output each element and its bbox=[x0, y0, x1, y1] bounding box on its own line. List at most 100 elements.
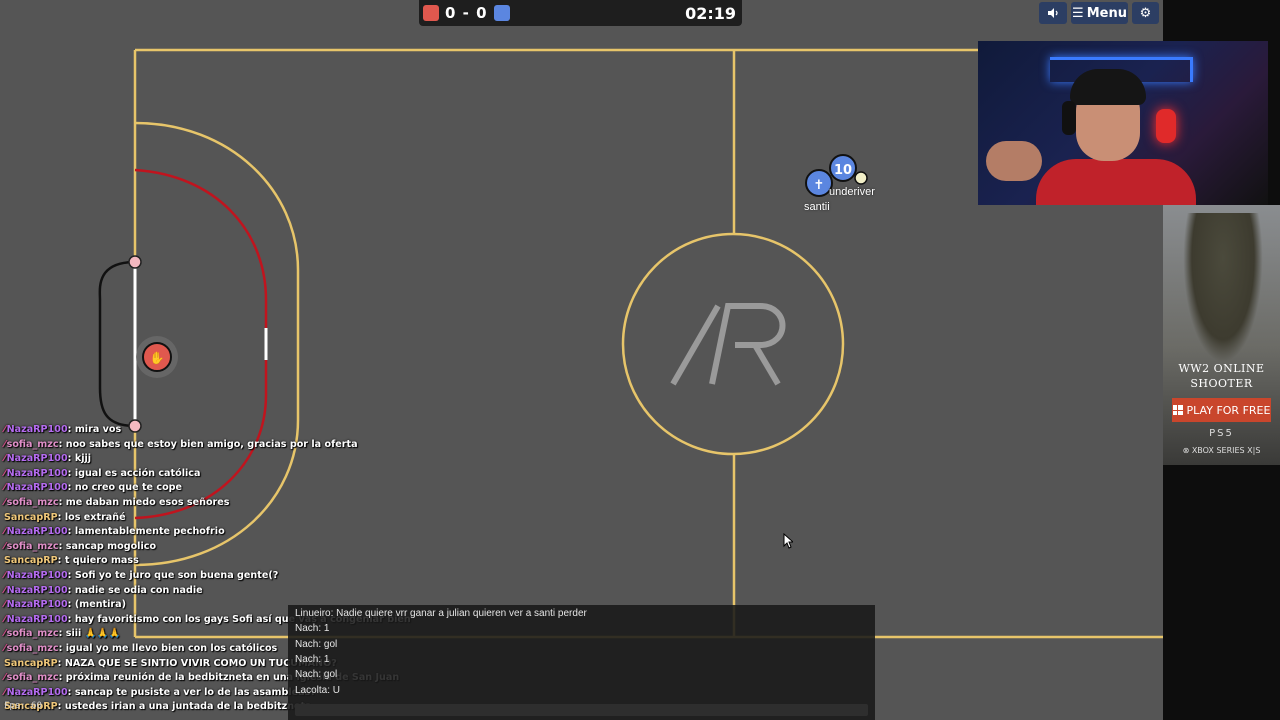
menu-label: Menu bbox=[1086, 5, 1127, 21]
chat-message: ⁄NazaRP100: lamentablemente pechofrio bbox=[4, 526, 225, 538]
chat-username: NazaRP100 bbox=[6, 599, 68, 611]
chat-message: ⁄NazaRP100: Sofi yo te juro que son buen… bbox=[4, 569, 279, 581]
sword-badge-icon: ⁄ bbox=[4, 613, 6, 625]
game-chat-input[interactable] bbox=[295, 704, 868, 716]
chat-text: igual es acción católica bbox=[74, 467, 201, 479]
windows-icon bbox=[1172, 405, 1183, 415]
ad-title: WW2 ONLINE SHOOTER bbox=[1178, 362, 1265, 390]
chat-username: sofia_mzc bbox=[6, 642, 59, 654]
chat-username: NazaRP100 bbox=[6, 584, 68, 596]
score: 0 - 0 bbox=[445, 4, 488, 22]
chat-username: sofia_mzc bbox=[6, 438, 59, 450]
chat-username: NazaRP100 bbox=[6, 569, 68, 581]
chat-username: sofia_mzc bbox=[6, 496, 59, 508]
sword-badge-icon: ⁄ bbox=[4, 453, 6, 465]
chat-username: sofia_mzc bbox=[6, 628, 59, 640]
microphone-image bbox=[1156, 109, 1176, 143]
headset-icon bbox=[1062, 101, 1076, 135]
fps-counter: Fps: 60 bbox=[4, 701, 42, 711]
chat-text: (mentira) bbox=[74, 599, 126, 611]
hamburger-icon: ☰ bbox=[1072, 5, 1084, 21]
chat-text: siii 🙏🙏🙏 bbox=[65, 628, 121, 640]
chat-message: ⁄sofia_mzc: noo sabes que estoy bien ami… bbox=[4, 438, 358, 450]
sword-badge-icon: ⁄ bbox=[4, 686, 6, 698]
gear-icon: ⚙ bbox=[1139, 5, 1152, 21]
chat-text: sancap te pusiste a ver lo de las asambl… bbox=[74, 686, 316, 698]
chat-username: SancapRP bbox=[4, 511, 58, 523]
scoreboard: 0 - 0 02:19 bbox=[419, 0, 742, 26]
chat-username: NazaRP100 bbox=[6, 482, 68, 494]
chat-text: nadie se odia con nadie bbox=[74, 584, 203, 596]
chat-message: ⁄NazaRP100: mira vos bbox=[4, 424, 122, 435]
chat-text: lamentablemente pechofrio bbox=[74, 526, 225, 538]
chat-text: sancap mogolico bbox=[65, 540, 157, 552]
red-team-icon bbox=[423, 5, 439, 21]
cross-icon: ✝ bbox=[814, 178, 825, 193]
chat-username: SancapRP bbox=[4, 555, 58, 567]
match-timer: 02:19 bbox=[685, 3, 736, 23]
chat-text: me daban miedo esos señores bbox=[65, 496, 230, 508]
chat-username: NazaRP100 bbox=[6, 526, 68, 538]
chat-text: no creo que te cope bbox=[74, 482, 183, 494]
chat-text: kjjj bbox=[74, 453, 92, 465]
chat-text: noo sabes que estoy bien amigo, gracias … bbox=[65, 438, 358, 450]
chat-message: ⁄sofia_mzc: me daban miedo esos señores bbox=[4, 496, 230, 508]
webcam-overlay bbox=[978, 41, 1268, 205]
hand-icon: ✋ bbox=[150, 351, 165, 365]
soldier-image bbox=[1183, 213, 1263, 363]
settings-button[interactable]: ⚙ bbox=[1132, 2, 1159, 24]
chat-message: ⁄sofia_mzc: sancap mogolico bbox=[4, 540, 157, 552]
ball bbox=[854, 171, 868, 185]
sword-badge-icon: ⁄ bbox=[4, 496, 6, 508]
game-chat-line: Nach: gol bbox=[295, 669, 338, 680]
chat-username: NazaRP100 bbox=[6, 613, 68, 625]
chat-text: los extrañé bbox=[64, 511, 126, 523]
game-chat-line: Nach: 1 bbox=[295, 654, 330, 665]
sword-badge-icon: ⁄ bbox=[4, 526, 6, 538]
mouse-cursor-icon bbox=[783, 533, 793, 549]
game-chat: Linueiro: Nadie quiere vrr ganar a julia… bbox=[288, 605, 875, 720]
xbox-logo: ⊗ XBOX SERIES X|S bbox=[1182, 446, 1261, 455]
blue-teammate-number: 10 bbox=[834, 163, 852, 178]
sound-button[interactable] bbox=[1039, 2, 1067, 24]
chat-username: NazaRP100 bbox=[6, 467, 68, 479]
sword-badge-icon: ⁄ bbox=[4, 672, 6, 684]
sword-badge-icon: ⁄ bbox=[4, 642, 6, 654]
sword-badge-icon: ⁄ bbox=[4, 599, 6, 611]
chat-message: ⁄NazaRP100: kjjj bbox=[4, 453, 92, 465]
chat-message: ⁄NazaRP100: igual es acción católica bbox=[4, 467, 201, 479]
chat-text: t quiero mass bbox=[64, 555, 139, 567]
chat-text: igual yo me llevo bien con los católicos bbox=[65, 642, 278, 654]
chat-username: NazaRP100 bbox=[6, 686, 68, 698]
chat-message: ⁄NazaRP100: nadie se odia con nadie bbox=[4, 584, 203, 596]
chat-username: NazaRP100 bbox=[6, 424, 68, 435]
game-chat-line: Nach: gol bbox=[295, 639, 338, 650]
chat-username: sofia_mzc bbox=[6, 672, 59, 684]
chat-text: ustedes irian a una juntada de la bedbit… bbox=[64, 701, 312, 713]
sword-badge-icon: ⁄ bbox=[4, 424, 6, 435]
play-for-free-button[interactable]: PLAY FOR FREE bbox=[1172, 398, 1271, 422]
blue-player-name: santii bbox=[804, 201, 830, 213]
sword-badge-icon: ⁄ bbox=[4, 482, 6, 494]
blue-teammate-name: underiver bbox=[829, 186, 875, 198]
speaker-icon bbox=[1048, 8, 1058, 18]
chat-text: mira vos bbox=[74, 424, 122, 435]
chat-text: Sofi yo te juro que son buena gente(? bbox=[74, 569, 279, 581]
goal-post-top bbox=[128, 255, 142, 269]
sword-badge-icon: ⁄ bbox=[4, 438, 6, 450]
menu-button[interactable]: ☰ Menu bbox=[1071, 2, 1128, 24]
chat-message: SancapRP: t quiero mass bbox=[4, 555, 139, 567]
advertisement[interactable]: WW2 ONLINE SHOOTER PLAY FOR FREE PS5 ⊗ X… bbox=[1163, 205, 1280, 465]
chat-username: NazaRP100 bbox=[6, 453, 68, 465]
ps5-logo: PS5 bbox=[1209, 428, 1234, 439]
sword-badge-icon: ⁄ bbox=[4, 540, 6, 552]
blue-team-icon bbox=[493, 5, 510, 21]
game-chat-line: Lacolta: U bbox=[295, 685, 341, 696]
chat-username: sofia_mzc bbox=[6, 540, 59, 552]
game-chat-line: Linueiro: Nadie quiere vrr ganar a julia… bbox=[295, 608, 587, 619]
sword-badge-icon: ⁄ bbox=[4, 584, 6, 596]
sword-badge-icon: ⁄ bbox=[4, 569, 6, 581]
sword-badge-icon: ⁄ bbox=[4, 628, 6, 640]
game-chat-line: Nach: 1 bbox=[295, 623, 330, 634]
sword-badge-icon: ⁄ bbox=[4, 467, 6, 479]
